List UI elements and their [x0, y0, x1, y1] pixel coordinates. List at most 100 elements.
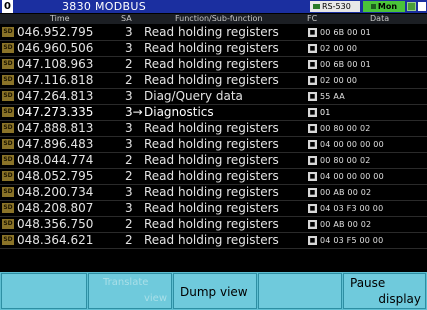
sd-tag: SD [2, 187, 14, 197]
row-data: 04 03 F3 00 00 [320, 204, 384, 213]
plug-icon [313, 4, 320, 9]
sd-tag: SD [2, 43, 14, 53]
row-time: 048.052.795 [17, 169, 94, 183]
table-row[interactable]: SD 048.044.774 2 Read holding registers … [0, 153, 427, 169]
table-row[interactable]: SD 048.208.807 3 Read holding registers … [0, 201, 427, 217]
sd-tag: SD [2, 171, 14, 181]
title-bar: 0 3830 MODBUS RS-530 Mon [0, 0, 427, 13]
row-sa: 2 [125, 153, 133, 167]
row-time: 047.896.483 [17, 137, 94, 151]
table-row[interactable]: SD 047.896.483 3 Read holding registers … [0, 137, 427, 153]
row-function: Read holding registers [144, 185, 279, 199]
column-header: Time SA Function/Sub-function FC Data [0, 14, 427, 24]
row-function: Diagnostics [144, 105, 214, 119]
row-data: 04 03 F5 00 00 [320, 236, 384, 245]
row-data: 00 AB 00 02 [320, 188, 372, 197]
fc-icon: ■ [308, 28, 317, 37]
row-sa: 2 [125, 73, 133, 87]
row-time: 048.200.734 [17, 185, 94, 199]
table-row[interactable]: SD 048.052.795 2 Read holding registers … [0, 169, 427, 185]
row-data: 00 80 00 02 [320, 124, 371, 133]
fc-icon: ■ [308, 76, 317, 85]
translate-view-button[interactable]: Translate view [88, 273, 172, 309]
fc-icon: ■ [308, 92, 317, 101]
translate-view-label-line2: view [143, 293, 167, 304]
mode-badge: Mon [363, 1, 405, 12]
fc-icon: ■ [308, 108, 317, 117]
sd-tag: SD [2, 75, 14, 85]
sd-tag: SD [2, 235, 14, 245]
row-function: Diag/Query data [144, 89, 243, 103]
sd-tag: SD [2, 155, 14, 165]
fc-icon: ■ [308, 156, 317, 165]
row-data: 55 AA [320, 92, 345, 101]
table-row[interactable]: SD 048.356.750 2 Read holding registers … [0, 217, 427, 233]
row-time: 047.273.335 [17, 105, 94, 119]
row-time: 047.116.818 [17, 73, 94, 87]
row-function: Read holding registers [144, 73, 279, 87]
row-function: Read holding registers [144, 57, 279, 71]
sd-tag: SD [2, 59, 14, 69]
softkey-1[interactable] [1, 273, 87, 309]
table-row[interactable]: SD 047.273.335 3→ Diagnostics ■ 01 [0, 105, 427, 121]
pause-display-button[interactable]: Pause display [343, 273, 426, 309]
row-sa: 2 [125, 57, 133, 71]
row-data: 04 00 00 00 00 [320, 172, 384, 181]
row-sa: 3 [125, 25, 133, 39]
port-label: RS-530 [322, 2, 351, 11]
row-function: Read holding registers [144, 153, 279, 167]
row-function: Read holding registers [144, 217, 279, 231]
row-time: 047.108.963 [17, 57, 94, 71]
col-time: Time [50, 14, 70, 23]
row-sa: 3 [125, 41, 133, 55]
row-sa: 3→ [125, 105, 143, 119]
table-row[interactable]: SD 046.952.795 3 Read holding registers … [0, 25, 427, 41]
fc-icon: ■ [308, 124, 317, 133]
row-sa: 3 [125, 121, 133, 135]
table-row[interactable]: SD 048.200.734 3 Read holding registers … [0, 185, 427, 201]
row-function: Read holding registers [144, 41, 279, 55]
app-title: 3830 MODBUS [62, 0, 146, 13]
row-time: 047.888.813 [17, 121, 94, 135]
softkey-4[interactable] [258, 273, 342, 309]
frame-list[interactable]: SD 046.952.795 3 Read holding registers … [0, 25, 427, 249]
row-sa: 2 [125, 169, 133, 183]
table-row[interactable]: SD 047.888.813 3 Read holding registers … [0, 121, 427, 137]
col-data: Data [370, 14, 390, 23]
fc-icon: ■ [308, 204, 317, 213]
fc-icon: ■ [308, 140, 317, 149]
table-row[interactable]: SD 048.364.621 2 Read holding registers … [0, 233, 427, 249]
row-data: 02 00 00 [320, 44, 358, 53]
pause-display-label-line2: display [378, 292, 421, 306]
fc-icon: ■ [308, 172, 317, 181]
row-data: 04 00 00 00 00 [320, 140, 384, 149]
pause-display-label-line1: Pause [350, 276, 386, 290]
row-time: 046.960.506 [17, 41, 94, 55]
row-sa: 2 [125, 217, 133, 231]
fc-icon: ■ [308, 236, 317, 245]
sd-tag: SD [2, 27, 14, 37]
row-time: 047.264.813 [17, 89, 94, 103]
row-time: 046.952.795 [17, 25, 94, 39]
fc-icon: ■ [308, 220, 317, 229]
table-row[interactable]: SD 046.960.506 3 Read holding registers … [0, 41, 427, 57]
row-sa: 3 [125, 201, 133, 215]
row-function: Read holding registers [144, 25, 279, 39]
dump-view-button[interactable]: Dump view [173, 273, 257, 309]
row-sa: 3 [125, 89, 133, 103]
row-time: 048.364.621 [17, 233, 94, 247]
table-row[interactable]: SD 047.264.813 3 Diag/Query data ■ 55 AA [0, 89, 427, 105]
port-indicator: RS-530 [310, 1, 360, 12]
table-row[interactable]: SD 047.108.963 2 Read holding registers … [0, 57, 427, 73]
menu-square-icon[interactable] [418, 2, 426, 11]
table-row[interactable]: SD 047.116.818 2 Read holding registers … [0, 73, 427, 89]
row-time: 048.044.774 [17, 153, 94, 167]
col-sa: SA [121, 14, 132, 23]
row-sa: 3 [125, 185, 133, 199]
row-function: Read holding registers [144, 169, 279, 183]
row-sa: 3 [125, 137, 133, 151]
modbus-monitor-screen: 0 3830 MODBUS RS-530 Mon Time SA Functio… [0, 0, 427, 310]
fc-icon: ■ [308, 188, 317, 197]
dump-view-label: Dump view [180, 285, 248, 299]
row-data: 00 6B 00 01 [320, 28, 371, 37]
